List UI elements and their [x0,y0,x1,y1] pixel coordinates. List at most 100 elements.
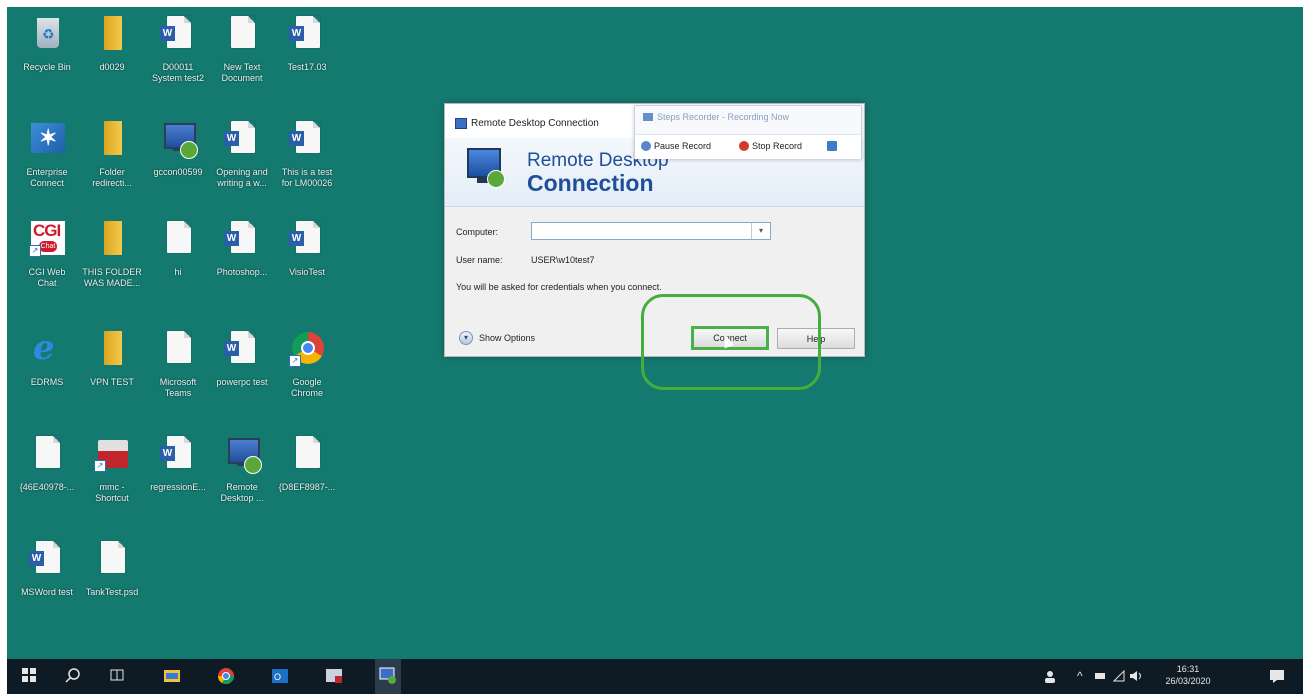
stop-record-label: Stop Record [752,141,803,151]
remote-desktop-icon [455,118,467,129]
desktop-icon[interactable]: ✶ Enterprise Connect [12,117,82,205]
chevron-up-icon[interactable]: ^ [1077,669,1083,683]
desktop-icon-label: D00011 System test2 [151,62,205,83]
word-document-icon: W [160,16,196,56]
desktop-icon[interactable]: W MSWord test [12,537,82,625]
battery-icon[interactable] [1095,673,1105,679]
remote-desktop-icon [224,436,262,476]
file-explorer-icon[interactable] [163,667,181,685]
mmc-icon[interactable] [325,667,343,685]
desktop-icon[interactable]: W This is a test for LM00026 [272,117,342,205]
desktop-icon-label: THIS FOLDER WAS MADE... [82,267,142,288]
desktop-icon[interactable]: CGI Chat ↗ CGI Web Chat [12,217,82,305]
desktop-icon[interactable]: hi [143,217,213,305]
taskbar: O ^ 16:31 26/03/2020 [7,659,1303,694]
desktop-icon[interactable]: d0029 [77,12,147,100]
desktop-icon[interactable]: WregressionE... [143,432,213,520]
desktop-icon-label: mmc - Shortcut [95,482,129,503]
desktop-icon-label: {46E40978-... [19,482,75,492]
people-icon[interactable] [1043,670,1057,686]
search-icon[interactable] [65,667,83,685]
recycle-bin-icon: ♻ [29,16,65,56]
network-icon[interactable] [1112,669,1125,684]
desktop-icon[interactable]: THIS FOLDER WAS MADE... [77,217,147,305]
remote-desktop-taskbar-button[interactable] [375,659,401,694]
desktop-icon-label: VisioTest [289,267,325,277]
desktop-icon[interactable]: W Opening and writing a w... [207,117,277,205]
desktop-icon-label: Google Chrome [290,377,323,398]
computer-combobox[interactable]: ▾ [531,222,771,240]
internet-explorer-icon: e [33,328,55,368]
word-document-icon: W [29,541,65,581]
svg-text:O: O [274,672,281,682]
folder-icon [94,331,130,371]
desktop-icon[interactable]: gccon00599 [143,117,213,205]
chrome-icon[interactable] [217,667,235,685]
outlook-icon[interactable]: O [271,667,289,685]
cgi-chat-icon: CGI Chat ↗ [29,221,65,261]
desktop-icon[interactable]: W Photoshop... [207,217,277,305]
desktop-icon-label: Remote Desktop ... [220,482,264,503]
desktop-icon[interactable]: ♻ Recycle Bin [12,12,82,100]
desktop-icon[interactable]: W Test17.03 [272,12,342,100]
stop-icon [739,141,749,151]
desktop-icon[interactable]: ↗ Google Chrome [272,327,342,415]
desktop-icon-label: gccon00599 [153,167,203,177]
chevron-down-icon[interactable]: ▾ [751,223,770,239]
desktop-icon-label: Microsoft Teams [159,377,197,398]
pause-icon [641,141,651,151]
desktop-icon[interactable]: Folder redirecti... [77,117,147,205]
word-document-icon: W [289,16,325,56]
word-document-icon: W [224,221,260,261]
desktop-icon-label: regressionE... [150,482,206,492]
stop-record-button[interactable]: Stop Record [739,141,802,151]
desktop-icon-label: Photoshop... [216,267,268,277]
window-title-text: Remote Desktop Connection [471,118,599,129]
add-comment-icon [827,141,837,151]
desktop-icon[interactable]: New Text Document [207,12,277,100]
toolbox-icon: ↗ [94,436,130,476]
banner-title-line2: Connection [527,170,654,196]
clock[interactable]: 16:31 26/03/2020 [1157,664,1219,686]
word-document-icon: W [289,121,325,161]
desktop-icon-label: VPN TEST [90,377,134,387]
text-document-icon [224,16,260,56]
remote-desktop-icon [160,121,198,161]
expand-icon: ▾ [459,331,473,345]
desktop-icon-label: Recycle Bin [23,62,71,72]
folder-icon [94,121,130,161]
desktop-icon[interactable]: {46E40978-... [12,432,82,520]
desktop-icon[interactable]: W D00011 System test2 [143,12,213,100]
steps-recorder-title-text: Steps Recorder - Recording Now [657,112,790,122]
desktop-icon-label: New Text Document [221,62,263,83]
desktop-icon[interactable]: ↗ mmc - Shortcut [77,432,147,520]
show-options-toggle[interactable]: ▾ Show Options [459,331,535,345]
desktop-icon-label: This is a test for LM00026 [281,167,333,188]
text-document-icon [29,436,65,476]
word-document-icon: W [289,221,325,261]
show-options-label: Show Options [479,333,536,343]
task-view-icon[interactable] [109,667,127,685]
desktop-icon-label: Folder redirecti... [92,167,132,188]
desktop-icon[interactable]: e EDRMS [12,327,82,415]
pause-record-button[interactable]: Pause Record [641,141,711,151]
notifications-icon[interactable] [1269,669,1285,685]
desktop-icon-label: EDRMS [30,377,64,387]
steps-recorder-title: Steps Recorder - Recording Now [643,112,789,122]
desktop-icon-label: Test17.03 [287,62,327,72]
desktop-icon[interactable]: Remote Desktop ... [207,432,277,520]
desktop-icon[interactable]: VPN TEST [77,327,147,415]
desktop-icon[interactable]: {D8EF8987-... [272,432,342,520]
desktop-icon[interactable]: Microsoft Teams [143,327,213,415]
folder-icon [94,16,130,56]
desktop-icon[interactable]: TankTest.psd [77,537,147,625]
start-icon[interactable] [21,667,39,685]
window-title: Remote Desktop Connection [455,118,599,129]
clock-date: 26/03/2020 [1165,676,1211,686]
chrome-icon: ↗ [289,331,325,371]
volume-icon[interactable] [1129,670,1143,684]
add-comment-button[interactable] [827,141,837,151]
desktop-icon[interactable]: Wpowerpc test [207,327,277,415]
desktop-icon[interactable]: W VisioTest [272,217,342,305]
steps-recorder-toolbar: Pause Record Stop Record [635,134,861,159]
